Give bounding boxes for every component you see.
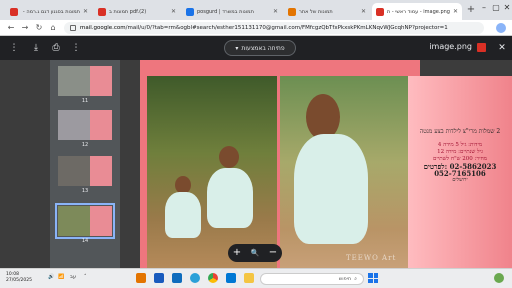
site-icon	[186, 7, 194, 16]
close-viewer-icon[interactable]: ✕	[496, 42, 508, 54]
tab-3[interactable]: תמונות במשרד | posgurd ✕	[182, 3, 282, 20]
close-window-button[interactable]: ✕	[501, 3, 512, 12]
zoom-magnifier-icon[interactable]: 🔍	[249, 248, 261, 258]
minimize-button[interactable]: –	[478, 3, 490, 12]
viewer-toolbar: ⋮ ⤓ ⎙ ⋮ ▾ פתיחה באמצעות image.png ✕	[0, 36, 512, 60]
zoom-controls: + 🔍 −	[228, 244, 282, 262]
outlook-icon[interactable]	[172, 273, 182, 283]
photo-single-girl	[280, 76, 408, 268]
chrome-icon[interactable]	[208, 273, 218, 283]
close-icon[interactable]: ✕	[171, 8, 176, 15]
tab-title: image.png - עמוד ראשי - תמונות בגדגם	[387, 8, 450, 15]
watermark: TEEWO Art	[346, 254, 397, 262]
open-with-label: פתיחה באמצעות	[241, 44, 285, 52]
address-bar: ← → ↻ ⌂ mail.google.com/mail/u/0/?tab=rm…	[0, 20, 512, 36]
download-icon[interactable]: ⤓	[30, 42, 42, 54]
info-city: ירושלים	[452, 177, 468, 183]
clock[interactable]: 10:08 27/05/2025	[6, 272, 32, 284]
language-indicator[interactable]: עב	[70, 274, 76, 280]
zoom-out-button[interactable]: −	[267, 248, 279, 258]
tab-4[interactable]: תמונות של אתר ✕	[284, 3, 370, 20]
home-icon[interactable]: ⌂	[48, 23, 58, 33]
tab-1[interactable]: תמונות בסגנון דגם ג.רמה - Gmail ✕	[6, 3, 92, 20]
windows-taskbar: 10:08 27/05/2025 🔊 📶 עב ˄ חיפוש ⌕	[0, 268, 512, 288]
print-icon[interactable]: ⎙	[50, 42, 62, 54]
tab-5-active[interactable]: image.png - עמוד ראשי - תמונות בגדגם ✕	[372, 3, 462, 20]
gmail-icon	[376, 7, 384, 16]
page-number: 12	[81, 142, 89, 148]
image-file-icon	[477, 43, 486, 52]
store-icon[interactable]	[226, 273, 236, 283]
info-phone-2: 052-7165106	[434, 169, 486, 178]
close-icon[interactable]: ✕	[453, 8, 458, 15]
chevron-down-icon: ▾	[235, 44, 239, 52]
close-icon[interactable]: ✕	[273, 8, 278, 15]
more-options-icon[interactable]: ⋮	[70, 42, 82, 54]
thumbnail-page[interactable]	[58, 66, 112, 96]
file-name: image.png	[429, 42, 472, 51]
chevron-up-icon[interactable]: ˄	[84, 274, 87, 280]
zoom-in-button[interactable]: +	[231, 248, 243, 258]
search-placeholder: חיפוש	[338, 276, 352, 282]
photo-two-girls	[147, 76, 277, 268]
new-tab-button[interactable]: +	[465, 4, 477, 16]
windows-start-icon[interactable]	[368, 273, 378, 283]
pdf-icon	[98, 7, 106, 16]
weather-icon[interactable]	[494, 273, 504, 283]
clock-date: 27/05/2025	[6, 278, 32, 283]
page-number: 13	[81, 188, 89, 194]
page-number: 11	[81, 98, 89, 104]
url-input[interactable]: mail.google.com/mail/u/0/?tab=rm&ogbl#se…	[64, 22, 484, 34]
word-icon[interactable]	[154, 273, 164, 283]
tab-2[interactable]: pdf.(2) תמונות ב ✕	[94, 3, 180, 20]
site-icon	[288, 7, 296, 16]
tab-strip: תמונות בסגנון דגם ג.רמה - Gmail ✕ pdf.(2…	[0, 0, 512, 20]
url-text: mail.google.com/mail/u/0/?tab=rm&ogbl#se…	[80, 25, 448, 31]
back-button[interactable]: ←	[6, 23, 16, 33]
tab-title: תמונות של אתר	[299, 8, 333, 15]
close-icon[interactable]: ✕	[361, 8, 366, 15]
tab-title: pdf.(2) תמונות ב	[109, 8, 147, 15]
thumbnail-page-selected[interactable]	[55, 203, 115, 239]
page-number: 14	[81, 238, 89, 244]
tab-title: תמונות בסגנון דגם ג.רמה - Gmail	[21, 8, 80, 15]
search-icon: ⌕	[354, 276, 357, 282]
forward-button[interactable]: →	[20, 23, 30, 33]
thumbnail-page[interactable]	[58, 110, 112, 140]
gmail-icon	[10, 7, 18, 16]
info-sizes: מידות: גיל 5 מידה 4	[437, 142, 483, 148]
open-with-button[interactable]: ▾ פתיחה באמצעות	[224, 40, 296, 56]
volume-icon[interactable]: 🔊	[48, 274, 54, 280]
lock-icon[interactable]	[70, 25, 76, 31]
tab-title: תמונות במשרד | posgurd	[197, 8, 254, 15]
thumbnail-page[interactable]	[58, 156, 112, 186]
thumbnail-sidebar: 11 12 13 14	[50, 60, 120, 268]
close-icon[interactable]: ✕	[83, 8, 88, 15]
wifi-icon[interactable]: 📶	[58, 274, 64, 280]
app-icon[interactable]	[136, 273, 146, 283]
reload-button[interactable]: ↻	[34, 23, 44, 33]
info-headline: 2 שמלות מרי"צ לילדות בצע מנטה	[419, 128, 501, 135]
file-explorer-icon[interactable]	[244, 273, 254, 283]
edge-icon[interactable]	[190, 273, 200, 283]
info-sizes-2: גיל שנתיים: מידה 12	[437, 149, 483, 155]
dress-info-text: 2 שמלות מרי"צ לילדות בצע מנטה מידות: גיל…	[410, 128, 510, 184]
profile-avatar[interactable]	[496, 23, 506, 33]
back-arrow-icon[interactable]: ⋮	[8, 42, 20, 54]
taskbar-search-input[interactable]: חיפוש ⌕	[260, 273, 364, 285]
